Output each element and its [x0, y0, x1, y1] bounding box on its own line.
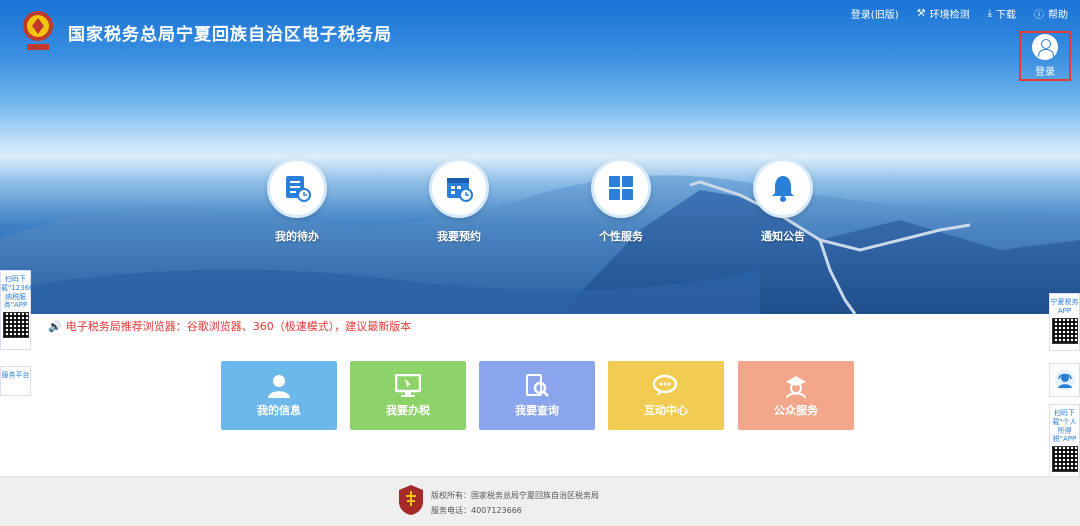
- feature-appointment[interactable]: 我要预约: [414, 158, 504, 244]
- help-icon: ⓘ: [1034, 10, 1044, 21]
- help-link[interactable]: ⓘ 帮助: [1034, 6, 1068, 21]
- tools-icon: ⚒: [916, 8, 926, 19]
- download-label: 下载: [996, 10, 1016, 21]
- app-qr-12366-widget[interactable]: 扫码下载"12366纳税服务"APP: [0, 270, 34, 350]
- environment-check-link[interactable]: ⚒ 环境检测: [917, 6, 970, 21]
- speaker-icon: 🔊: [48, 319, 62, 333]
- feature-label: 通知公告: [761, 230, 805, 243]
- service-platform-text: 服务平台: [1, 371, 30, 379]
- grid-icon: [591, 158, 651, 218]
- feature-label: 个性服务: [599, 230, 643, 243]
- search-doc-icon: [526, 373, 549, 397]
- great-wall-landscape: [0, 175, 1080, 314]
- help-label: 帮助: [1048, 10, 1068, 21]
- login-label: 登录: [1035, 67, 1055, 78]
- footer-text: 版权所有：国家税务总局宁夏回族自治区税务局 服务电话：4007123666: [431, 488, 599, 518]
- notice-text: 电子税务局推荐浏览器：谷歌浏览器、360（极速模式），建议最新版本: [65, 320, 412, 333]
- tile-label: 互动中心: [644, 403, 688, 417]
- site-title: 国家税务总局宁夏回族自治区电子税务局: [68, 25, 392, 45]
- customer-service-icon: [1054, 370, 1075, 390]
- hero-banner: 国家税务总局宁夏回族自治区电子税务局 登录(旧版) ⚒ 环境检测 ⤓ 下载 ⓘ …: [0, 0, 1080, 314]
- tile-query[interactable]: 我要查询: [479, 361, 595, 430]
- chat-icon: [653, 374, 678, 396]
- qr-code-image: [1051, 317, 1078, 344]
- login-button[interactable]: 登录: [1019, 31, 1071, 81]
- tax-bureau-shield-icon: [399, 485, 423, 515]
- download-link[interactable]: ⤓ 下载: [988, 6, 1016, 21]
- download-icon: ⤓: [987, 8, 992, 19]
- bell-icon: [753, 158, 813, 218]
- tile-label: 我的信息: [257, 403, 301, 417]
- tile-label: 公众服务: [774, 403, 818, 417]
- feature-label: 我要预约: [437, 230, 481, 243]
- tile-label: 我要查询: [515, 403, 559, 417]
- monitor-icon: [395, 373, 421, 397]
- service-icon: [786, 375, 806, 398]
- environment-check-label: 环境检测: [929, 10, 970, 21]
- service-platform-widget[interactable]: 服务平台: [0, 366, 31, 396]
- feature-label: 我的待办: [275, 230, 319, 243]
- footer-phone: 服务电话：4007123666: [431, 506, 522, 515]
- user-icon: [268, 374, 290, 398]
- personal-income-tax-app-widget[interactable]: 扫码下载"个人所得税"APP: [1049, 404, 1080, 478]
- feature-personal-service[interactable]: 个性服务: [576, 158, 666, 244]
- todo-list-icon: [267, 158, 327, 218]
- top-links: 登录(旧版) ⚒ 环境检测 ⤓ 下载 ⓘ 帮助: [851, 6, 1068, 21]
- customer-service-widget[interactable]: [1049, 363, 1080, 397]
- footer-copyright: 版权所有：国家税务总局宁夏回族自治区税务局: [431, 491, 599, 500]
- tile-my-info[interactable]: 我的信息: [221, 361, 337, 430]
- ningxia-tax-app-widget[interactable]: 宁夏税务APP: [1049, 293, 1080, 351]
- tile-interaction-center[interactable]: 互动中心: [608, 361, 724, 430]
- ningxia-tax-app-text: 宁夏税务APP: [1050, 298, 1079, 315]
- feature-my-todo[interactable]: 我的待办: [252, 158, 342, 244]
- tile-public-service[interactable]: 公众服务: [738, 361, 854, 430]
- browser-notice: 🔊 电子税务局推荐浏览器：谷歌浏览器、360（极速模式），建议最新版本: [48, 318, 411, 334]
- old-version-login-link[interactable]: 登录(旧版): [851, 6, 899, 21]
- personal-income-tax-app-text: 扫码下载"个人所得税"APP: [1052, 409, 1077, 444]
- calendar-icon: [429, 158, 489, 218]
- qr-code-image: [1051, 446, 1078, 472]
- old-version-login-label: 登录(旧版): [850, 10, 899, 21]
- tax-emblem-icon: [23, 11, 53, 50]
- tile-label: 我要办税: [386, 403, 430, 417]
- app-qr-12366-text: 扫码下载"12366纳税服务"APP: [1, 275, 34, 310]
- qr-code-image: [2, 312, 29, 338]
- feature-announcements[interactable]: 通知公告: [738, 158, 828, 244]
- tile-tax-handling[interactable]: 我要办税: [350, 361, 466, 430]
- user-avatar-icon: [1032, 34, 1058, 60]
